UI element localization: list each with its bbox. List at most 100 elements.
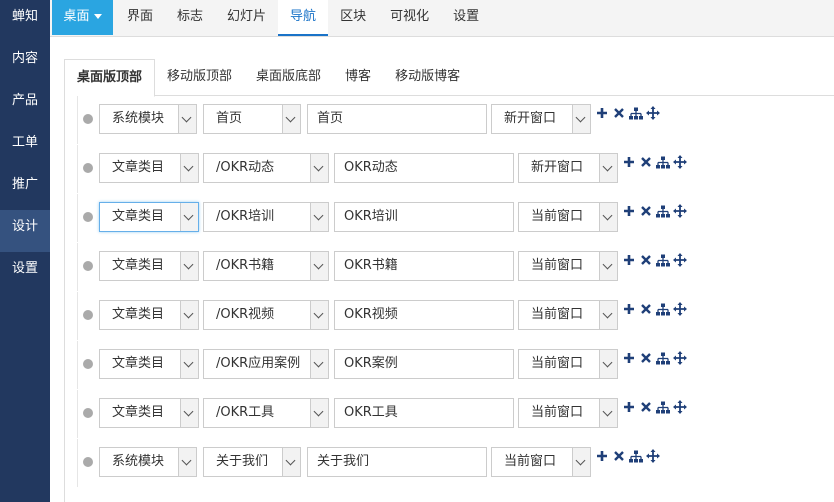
window-select[interactable]: 当前窗口 [518,398,618,428]
sidebar-item-product[interactable]: 产品 [0,84,50,126]
nav-type-tabs: 桌面版顶部 移动版顶部 桌面版底部 博客 移动版博客 [64,59,834,97]
move-icon[interactable] [646,106,660,120]
sitemap-icon[interactable] [629,106,643,120]
title-input[interactable]: OKR工具 [334,398,514,428]
remove-icon[interactable] [639,351,653,365]
topnav-blocks[interactable]: 区块 [328,0,378,36]
topnav-logo[interactable]: 标志 [165,0,215,36]
window-select[interactable]: 当前窗口 [491,447,591,477]
type-select[interactable]: 系统模块 [99,104,197,134]
remove-icon[interactable] [639,204,653,218]
tab-desktop-top[interactable]: 桌面版顶部 [64,59,156,97]
row-actions [595,449,660,473]
sidebar: 蝉知 内容 产品 工单 推广 设计 设置 [0,0,50,502]
type-select[interactable]: 文章类目 [99,153,199,183]
plus-icon[interactable] [622,351,636,365]
title-input[interactable]: 关于我们 [307,447,487,477]
sitemap-icon[interactable] [656,302,670,316]
title-input[interactable]: OKR培训 [334,202,514,232]
desktop-dropdown-button[interactable]: 桌面 [52,0,113,35]
chevron-down-icon [599,203,617,231]
chevron-down-icon [599,399,617,427]
plus-icon[interactable] [595,106,609,120]
window-select[interactable]: 新开窗口 [518,153,618,183]
row-actions [622,204,687,228]
sitemap-icon[interactable] [629,449,643,463]
target-select[interactable]: 首页 [203,104,301,134]
plus-icon[interactable] [622,400,636,414]
sidebar-item-logo[interactable]: 蝉知 [0,0,50,42]
sitemap-icon[interactable] [656,204,670,218]
type-select[interactable]: 文章类目 [99,202,199,232]
remove-icon[interactable] [639,253,653,267]
move-icon[interactable] [646,449,660,463]
sidebar-item-content[interactable]: 内容 [0,42,50,84]
remove-icon[interactable] [639,400,653,414]
sitemap-icon[interactable] [656,400,670,414]
title-input[interactable]: 首页 [307,104,487,134]
type-select-value: 文章类目 [112,258,165,273]
plus-icon[interactable] [622,204,636,218]
drag-handle-dot[interactable] [83,212,93,222]
sitemap-icon[interactable] [656,351,670,365]
tab-mobile-top[interactable]: 移动版顶部 [155,59,244,95]
drag-handle-dot[interactable] [83,359,93,369]
topnav-visual[interactable]: 可视化 [378,0,441,36]
window-select[interactable]: 当前窗口 [518,300,618,330]
tab-mobile-blog[interactable]: 移动版博客 [383,59,472,95]
target-select[interactable]: /OKR培训 [203,202,329,232]
move-icon[interactable] [673,253,687,267]
plus-icon[interactable] [595,449,609,463]
tab-desktop-bottom[interactable]: 桌面版底部 [244,59,333,95]
row-divider [77,243,78,291]
move-icon[interactable] [673,155,687,169]
move-icon[interactable] [673,302,687,316]
plus-icon[interactable] [622,253,636,267]
sitemap-icon[interactable] [656,253,670,267]
topnav-settings[interactable]: 设置 [441,0,491,36]
move-icon[interactable] [673,204,687,218]
remove-icon[interactable] [639,155,653,169]
window-select[interactable]: 新开窗口 [491,104,591,134]
sitemap-icon[interactable] [656,155,670,169]
sidebar-item-settings[interactable]: 设置 [0,252,50,294]
type-select[interactable]: 系统模块 [99,447,197,477]
type-select[interactable]: 文章类目 [99,349,199,379]
type-select[interactable]: 文章类目 [99,398,199,428]
title-input[interactable]: OKR书籍 [334,251,514,281]
topnav-slides[interactable]: 幻灯片 [215,0,278,36]
drag-handle-dot[interactable] [83,408,93,418]
move-icon[interactable] [673,351,687,365]
topnav-ui[interactable]: 界面 [115,0,165,36]
topnav-navigation[interactable]: 导航 [278,0,329,36]
target-select[interactable]: /OKR书籍 [203,251,329,281]
remove-icon[interactable] [612,106,626,120]
plus-icon[interactable] [622,302,636,316]
drag-handle-dot[interactable] [83,163,93,173]
target-select[interactable]: /OKR应用案例 [203,349,329,379]
remove-icon[interactable] [639,302,653,316]
window-select[interactable]: 当前窗口 [518,202,618,232]
target-select[interactable]: /OKR视频 [203,300,329,330]
window-select[interactable]: 当前窗口 [518,349,618,379]
title-input[interactable]: OKR案例 [334,349,514,379]
drag-handle-dot[interactable] [83,310,93,320]
sidebar-item-promotion[interactable]: 推广 [0,168,50,210]
move-icon[interactable] [673,400,687,414]
target-select[interactable]: /OKR动态 [203,153,329,183]
target-select[interactable]: 关于我们 [203,447,301,477]
remove-icon[interactable] [612,449,626,463]
drag-handle-dot[interactable] [83,261,93,271]
drag-handle-dot[interactable] [83,114,93,124]
target-select[interactable]: /OKR工具 [203,398,329,428]
drag-handle-dot[interactable] [83,457,93,467]
plus-icon[interactable] [622,155,636,169]
title-input[interactable]: OKR视频 [334,300,514,330]
tab-blog[interactable]: 博客 [333,59,383,95]
type-select[interactable]: 文章类目 [99,251,199,281]
sidebar-item-ticket[interactable]: 工单 [0,126,50,168]
title-input[interactable]: OKR动态 [334,153,514,183]
type-select[interactable]: 文章类目 [99,300,199,330]
window-select[interactable]: 当前窗口 [518,251,618,281]
sidebar-item-design[interactable]: 设计 [0,210,50,252]
